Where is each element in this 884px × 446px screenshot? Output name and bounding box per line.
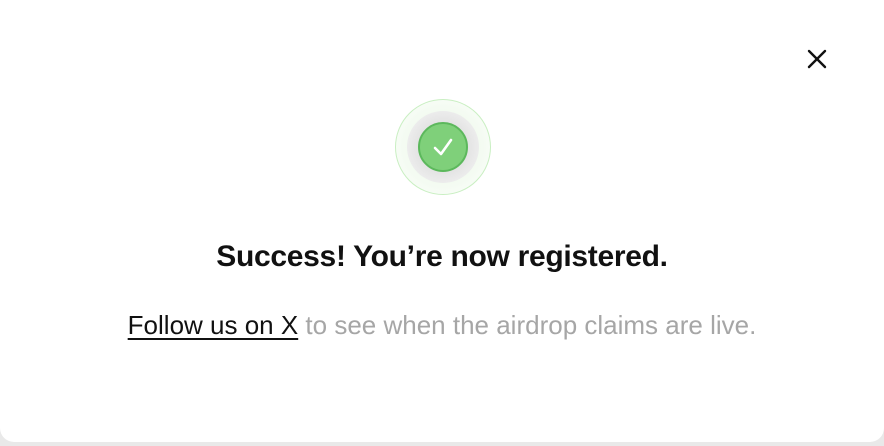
close-button[interactable] xyxy=(802,44,832,74)
success-dialog: Success! You’re now registered. Follow u… xyxy=(0,0,884,442)
success-badge xyxy=(418,122,468,172)
follow-message-suffix: to see when the airdrop claims are live. xyxy=(298,310,757,340)
success-title: Success! You’re now registered. xyxy=(216,240,668,273)
close-icon xyxy=(807,49,827,69)
success-halo xyxy=(407,111,479,183)
follow-on-x-link[interactable]: Follow us on X xyxy=(128,310,299,340)
success-indicator xyxy=(395,99,491,195)
follow-message: Follow us on X to see when the airdrop c… xyxy=(0,310,884,341)
checkmark-icon xyxy=(433,138,453,156)
